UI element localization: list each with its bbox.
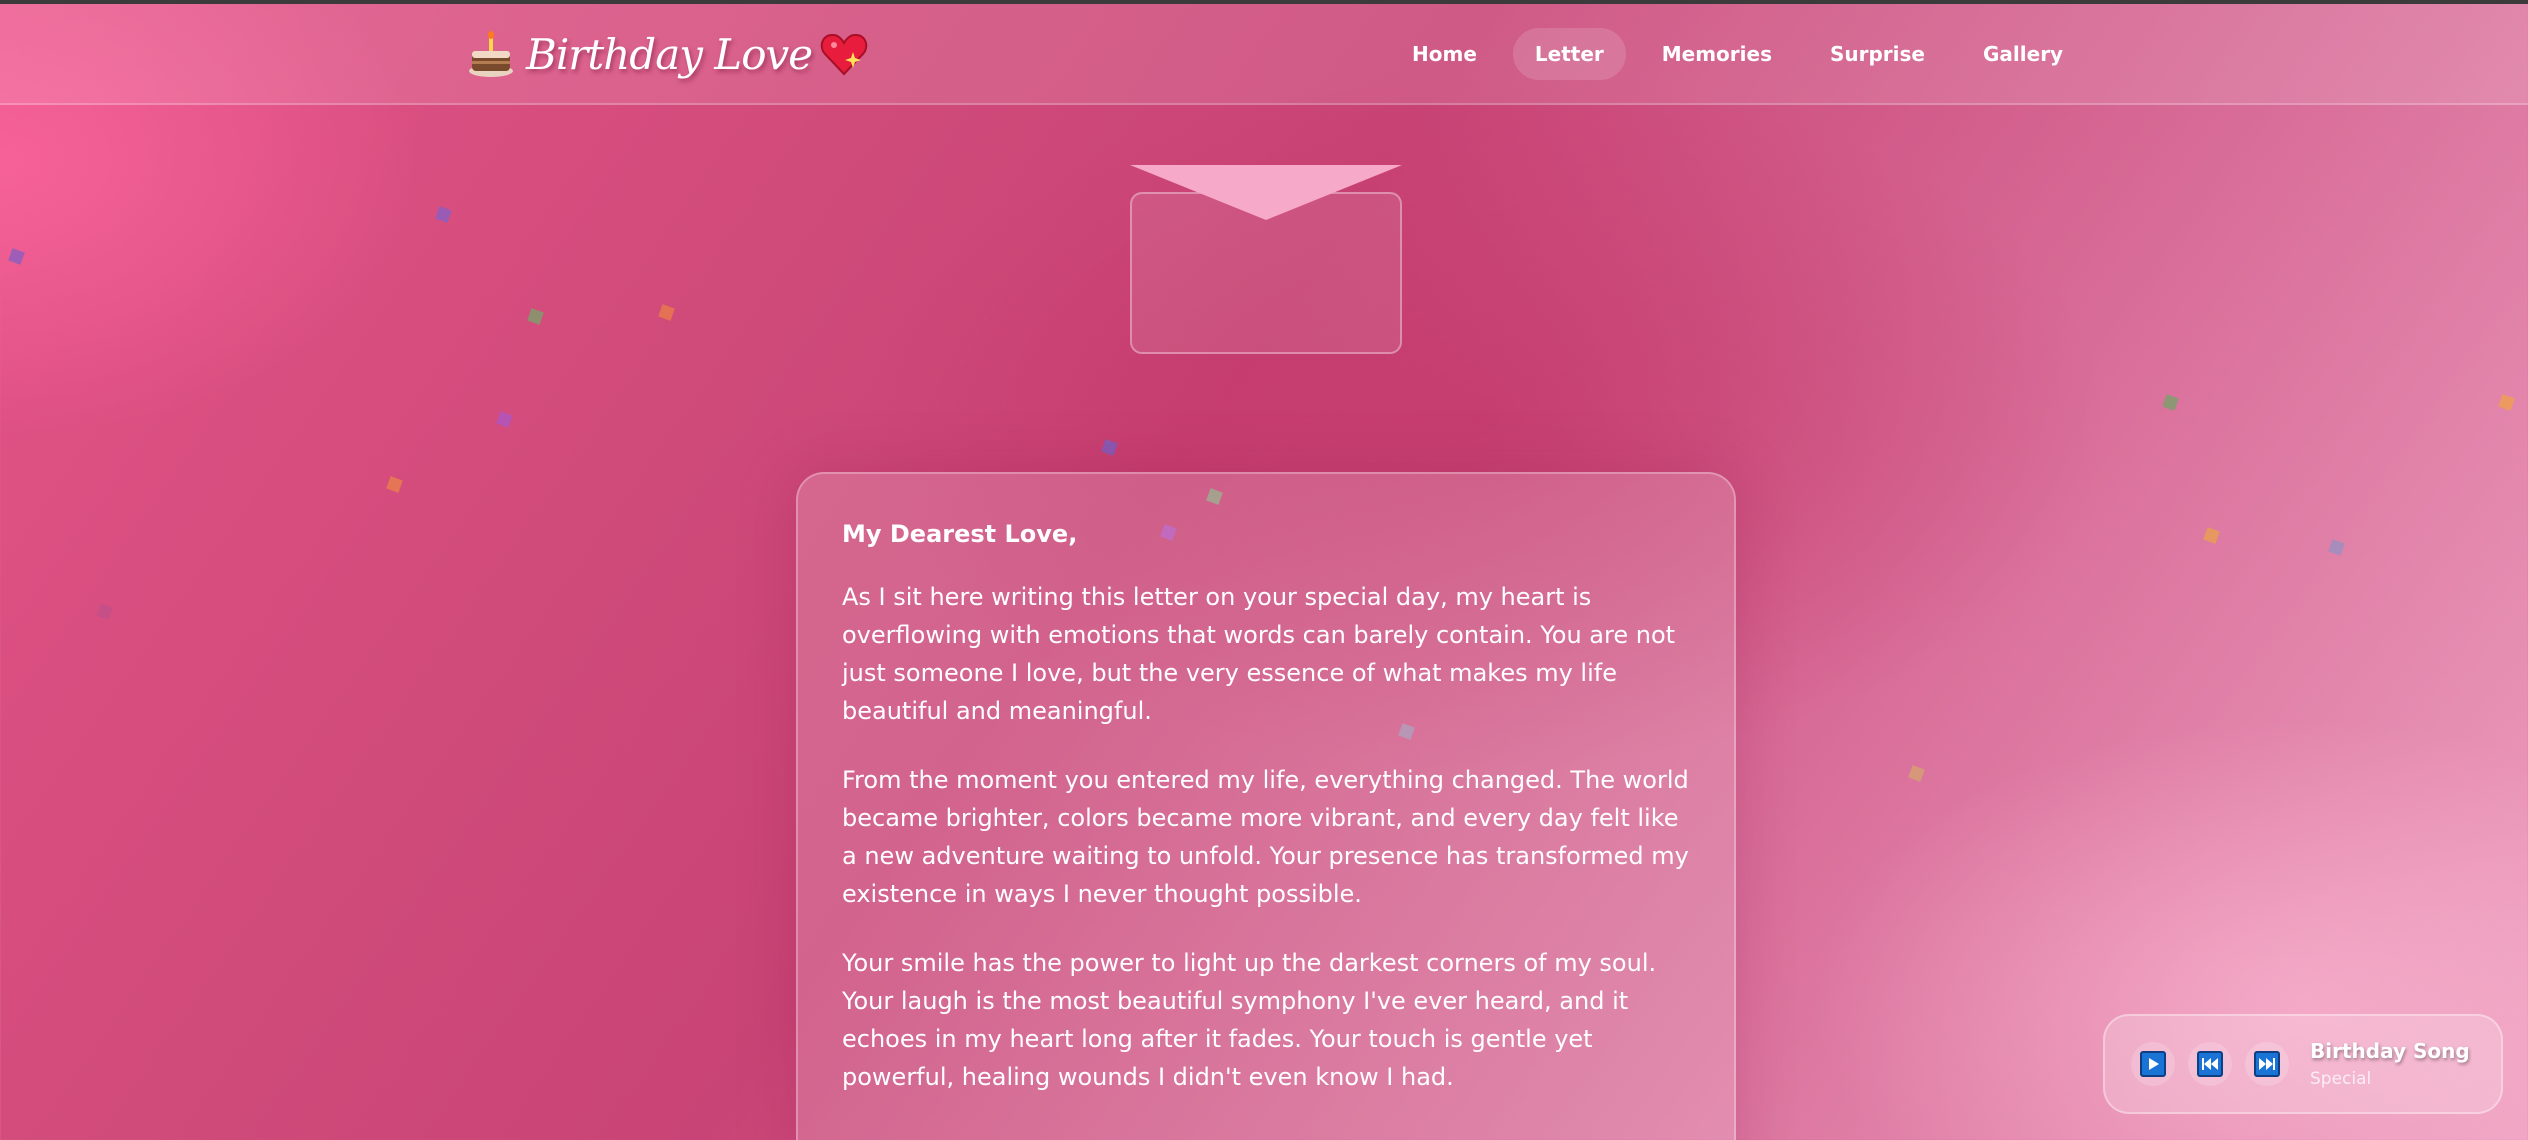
- next-icon: [2254, 1051, 2280, 1077]
- cake-icon: [466, 29, 516, 79]
- love-letter-card: My Dearest Love, As I sit here writing t…: [796, 472, 1736, 1140]
- track-info: Birthday Song Special: [2310, 1039, 2470, 1089]
- letter-paragraph: From the moment you entered my life, eve…: [842, 766, 1689, 908]
- play-button[interactable]: [2131, 1042, 2175, 1086]
- nav-home[interactable]: Home: [1390, 28, 1499, 80]
- confetti-piece: [1101, 439, 1118, 456]
- confetti-piece: [2203, 527, 2220, 544]
- brand-title: Birthday Love: [526, 29, 813, 79]
- nav-letter[interactable]: Letter: [1512, 28, 1626, 80]
- nav-surprise[interactable]: Surprise: [1808, 28, 1947, 80]
- brand-logo[interactable]: Birthday Love: [466, 24, 868, 84]
- confetti-piece: [2162, 394, 2179, 411]
- nav-gallery[interactable]: Gallery: [1961, 28, 2085, 80]
- next-button[interactable]: [2245, 1042, 2289, 1086]
- sparkling-heart-icon: [820, 32, 868, 76]
- confetti-piece: [2328, 539, 2345, 556]
- track-subtitle: Special: [2310, 1069, 2372, 1089]
- letter-paragraph: Your smile has the power to light up the…: [842, 949, 1657, 1091]
- confetti-piece: [96, 603, 113, 620]
- confetti-piece: [496, 411, 513, 428]
- confetti-piece: [1908, 765, 1925, 782]
- play-icon: [2140, 1051, 2166, 1077]
- letter-greeting: My Dearest Love,: [842, 520, 1078, 548]
- nav-memories[interactable]: Memories: [1640, 28, 1794, 80]
- previous-icon: [2197, 1051, 2223, 1077]
- letter-paragraph: As I sit here writing this letter on you…: [842, 583, 1676, 725]
- envelope-flap: [1130, 165, 1402, 220]
- music-player: Birthday Song Special: [2103, 1014, 2503, 1114]
- previous-button[interactable]: [2188, 1042, 2232, 1086]
- confetti-piece: [658, 304, 675, 321]
- confetti-piece: [2498, 394, 2515, 411]
- confetti-piece: [8, 248, 25, 265]
- track-title: Birthday Song: [2310, 1039, 2470, 1063]
- confetti-piece: [527, 308, 544, 325]
- confetti-piece: [386, 476, 403, 493]
- main-nav: Home Letter Memories Surprise Gallery: [1390, 28, 2099, 80]
- site-header: Birthday Love Home Letter Memories Surpr…: [0, 4, 2528, 105]
- confetti-piece: [435, 206, 452, 223]
